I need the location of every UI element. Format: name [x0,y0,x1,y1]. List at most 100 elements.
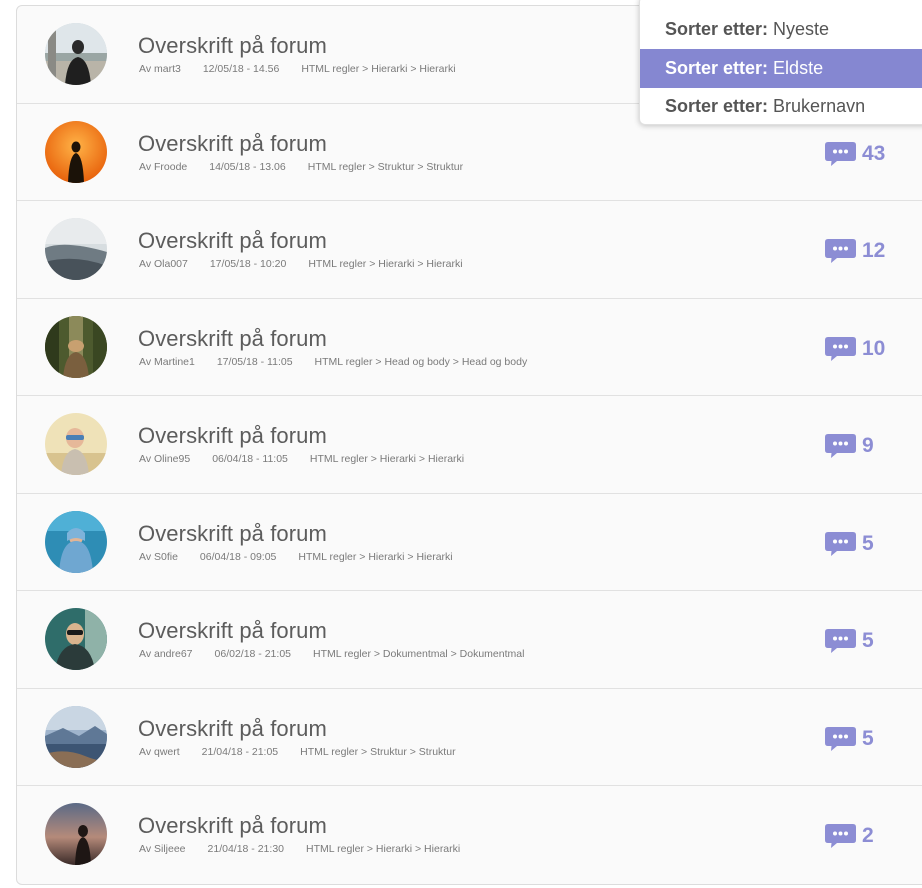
chat-bubble-icon [825,726,856,751]
thread-category-path[interactable]: HTML regler > Hierarki > Hierarki [306,843,460,855]
sort-option-prefix: Sorter etter: [665,19,769,39]
thread-title[interactable]: Overskrift på forum [138,131,327,157]
thread-row[interactable]: Overskrift på forum Av Siljeee 21/04/18 -… [17,786,922,884]
thread-date: 06/04/18 - 09:05 [199,550,277,563]
avatar-photo [45,413,107,475]
thread-title[interactable]: Overskrift på forum [138,716,327,742]
user-avatar[interactable] [45,413,107,475]
thread-category-path[interactable]: HTML regler > Hierarki > Hierarki [308,258,462,270]
sort-option-prefix: Sorter etter: [665,96,769,116]
sort-dropdown-menu[interactable]: Sorter etter: Nyeste Sorter etter: Eldst… [639,0,922,125]
thread-author[interactable]: Av S0fie [139,551,178,563]
chat-bubble-icon [825,434,856,458]
thread-row[interactable]: Overskrift på forum Av Oline95 06/04/18 -… [17,396,922,494]
reply-count[interactable]: 5 [825,726,874,751]
reply-count-number: 12 [862,239,886,262]
thread-date: 21/04/18 - 21:05 [201,745,279,758]
user-avatar[interactable] [45,803,107,865]
thread-meta: Av S0fie 06/04/18 - 09:05 HTML regler > Hi… [139,551,453,563]
thread-category-path[interactable]: HTML regler > Hierarki > Hierarki [301,63,455,75]
thread-author[interactable]: Av Ola007 [139,258,188,270]
thread-meta: Av Martine1 17/05/18 - 11:05 HTML regler >… [139,356,527,368]
thread-date: 12/05/18 - 14.56 [202,63,280,75]
thread-meta: Av Siljeee 21/04/18 - 21:30 HTML regler > … [139,843,460,855]
thread-title[interactable]: Overskrift på forum [138,33,327,59]
thread-date: 06/02/18 - 21:05 [214,648,291,660]
user-avatar[interactable] [45,218,107,280]
sort-option-brukernavn[interactable]: Sorter etter: Brukernavn [640,87,922,124]
thread-date: 17/05/18 - 10:20 [209,258,287,270]
thread-author[interactable]: Av qwert [139,746,180,758]
chat-bubble-icon [825,531,856,556]
thread-author[interactable]: Av Froode [139,161,187,173]
reply-count[interactable]: 43 [825,141,886,166]
thread-date: 17/05/18 - 11:05 [216,355,293,368]
thread-meta: Av mart3 12/05/18 - 14.56 HTML regler > Hi… [139,63,456,75]
reply-count[interactable]: 10 [825,336,886,361]
user-avatar[interactable] [45,510,107,573]
thread-title[interactable]: Overskrift på forum [138,326,327,352]
avatar-photo [45,23,107,85]
thread-title[interactable]: Overskrift på forum [138,618,327,644]
sort-option-nyeste[interactable]: Sorter etter: Nyeste [640,10,922,49]
reply-count[interactable]: 12 [825,239,885,263]
user-avatar[interactable] [45,23,107,85]
reply-count-number: 10 [862,336,886,360]
reply-count-number: 9 [862,434,874,457]
thread-category-path[interactable]: HTML regler > Struktur > Struktur [300,746,455,758]
reply-count[interactable]: 5 [825,629,874,653]
thread-title[interactable]: Overskrift på forum [138,423,327,449]
thread-date: 06/04/18 - 11:05 [212,453,288,465]
thread-category-path[interactable]: HTML regler > Hierarki > Hierarki [310,453,464,465]
thread-meta: Av Oline95 06/04/18 - 11:05 HTML regler > … [139,453,464,465]
thread-date: 14/05/18 - 13.06 [209,160,286,173]
thread-row[interactable]: Overskrift på forum Av andre67 06/02/18 -… [17,591,922,689]
sort-option-value: Brukernavn [773,96,866,116]
thread-meta: Av andre67 06/02/18 - 21:05 HTML regler > … [139,648,524,660]
reply-count-number: 5 [862,531,874,555]
chat-bubble-icon [825,824,856,848]
thread-title[interactable]: Overskrift på forum [138,228,327,254]
chat-bubble-icon [825,336,856,361]
thread-row[interactable]: Overskrift på forum Av Ola007 17/05/18 - … [17,201,922,299]
thread-category-path[interactable]: HTML regler > Struktur > Struktur [308,161,463,173]
user-avatar[interactable] [45,705,107,768]
user-avatar[interactable] [45,315,107,378]
thread-author[interactable]: Av Siljeee [139,843,186,855]
avatar-photo [45,510,107,573]
reply-count[interactable]: 9 [825,434,874,458]
thread-row[interactable]: Overskrift på forum Av S0fie 06/04/18 - 0… [17,494,922,591]
chat-bubble-icon [825,239,856,263]
avatar-photo [45,218,107,280]
reply-count-number: 5 [862,629,874,652]
reply-count-number: 5 [862,726,874,750]
user-avatar[interactable] [45,120,107,183]
sort-option-eldste[interactable]: Sorter etter: Eldste [640,49,922,88]
thread-meta: Av Ola007 17/05/18 - 10:20 HTML regler > H… [139,258,463,270]
thread-category-path[interactable]: HTML regler > Dokumentmal > Dokumentmal [313,648,524,660]
avatar-photo [45,803,107,865]
thread-row[interactable]: Overskrift på forum Av Martine1 17/05/18 … [17,299,922,396]
reply-count-number: 2 [862,824,874,847]
sort-option-value: Eldste [773,58,824,78]
thread-author[interactable]: Av Martine1 [139,356,195,368]
chat-bubble-icon [825,629,856,653]
avatar-photo [45,315,107,378]
chat-bubble-icon [825,141,856,166]
reply-count[interactable]: 2 [825,824,874,848]
thread-title[interactable]: Overskrift på forum [138,521,327,547]
forum-thread-list: Overskrift på forum Av mart3 12/05/18 - 1… [16,5,922,885]
thread-category-path[interactable]: HTML regler > Hierarki > Hierarki [298,551,452,563]
sort-option-value: Nyeste [773,19,830,39]
reply-count[interactable]: 5 [825,531,874,556]
sort-option-prefix: Sorter etter: [665,58,769,78]
thread-title[interactable]: Overskrift på forum [138,813,327,839]
thread-row[interactable]: Overskrift på forum Av qwert 21/04/18 - 2… [17,689,922,786]
thread-author[interactable]: Av andre67 [139,648,193,660]
thread-meta: Av qwert 21/04/18 - 21:05 HTML regler > St… [139,746,456,758]
thread-category-path[interactable]: HTML regler > Head og body > Head og bod… [315,356,528,368]
thread-author[interactable]: Av Oline95 [139,453,190,465]
thread-author[interactable]: Av mart3 [139,63,181,75]
reply-count-number: 43 [862,141,886,165]
user-avatar[interactable] [45,608,107,670]
